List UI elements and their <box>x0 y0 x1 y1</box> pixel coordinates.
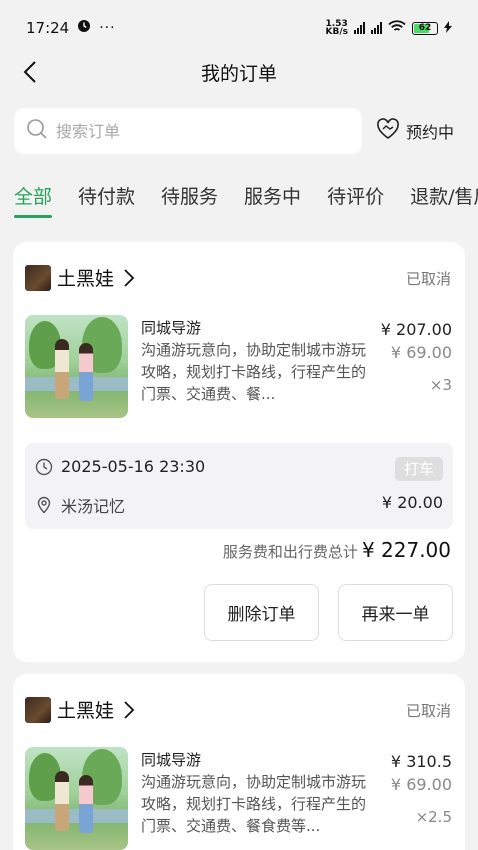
shop-link[interactable]: 土黑娃 <box>25 696 135 723</box>
charging-icon <box>444 20 452 36</box>
reorder-button[interactable]: 再来一单 <box>338 584 453 641</box>
service-thumbnail <box>25 315 128 418</box>
delete-order-button[interactable]: 删除订单 <box>204 584 319 641</box>
order-price: ¥ 310.5 <box>390 752 452 771</box>
status-time: 17:24 <box>26 19 70 37</box>
more-notifications-icon: ··· <box>99 20 116 36</box>
quantity: ×2.5 <box>415 808 452 826</box>
net-speed: 1.53 KB/s <box>325 19 348 37</box>
tab-pending-service[interactable]: 待服务 <box>161 182 218 218</box>
trip-place-row: 米汤记忆 <box>35 493 125 517</box>
chevron-left-icon <box>23 61 36 83</box>
nav-bar: 我的订单 <box>0 56 478 88</box>
trip-info: 2025-05-16 23:30 打车 米汤记忆 ¥ 20.00 <box>25 443 453 529</box>
unit-price: ¥ 69.00 <box>390 775 452 794</box>
search-box[interactable] <box>14 108 362 154</box>
order-card[interactable]: 土黑娃 已取消 同城导游 沟通游玩意向，协助定制城市游玩攻略，规划打卡路线，行程… <box>13 674 465 850</box>
booking-button[interactable]: 预约中 <box>376 118 454 144</box>
battery-icon: 62 <box>412 21 438 35</box>
service-title: 同城导游 <box>141 319 202 337</box>
booking-label: 预约中 <box>406 123 455 142</box>
status-bar: 17:24 ··· 1.53 KB/s 62 <box>0 0 478 56</box>
alarm-icon <box>77 19 91 37</box>
page-title: 我的订单 <box>200 62 277 85</box>
shop-link[interactable]: 土黑娃 <box>25 264 135 291</box>
order-total: 服务费和出行费总计 ¥ 227.00 <box>223 538 451 562</box>
order-tabs: 全部 待付款 待服务 服务中 待评价 退款/售后 <box>0 182 478 218</box>
chevron-right-icon <box>124 268 135 287</box>
signal-2-icon <box>371 22 382 34</box>
tab-pending-payment[interactable]: 待付款 <box>78 182 135 218</box>
quantity: ×3 <box>429 376 452 394</box>
location-pin-icon <box>37 496 51 514</box>
order-card[interactable]: 土黑娃 已取消 同城导游 沟通游玩意向，协助定制城市游玩攻略，规划打卡路线，行程… <box>13 242 465 662</box>
shop-name: 土黑娃 <box>57 700 115 722</box>
trip-time: 2025-05-16 23:30 <box>61 457 206 476</box>
service-description: 沟通游玩意向，协助定制城市游玩攻略，规划打卡路线，行程产生的门票、交通费、餐..… <box>141 341 367 403</box>
order-status: 已取消 <box>405 702 451 720</box>
trip-fee: ¥ 20.00 <box>381 493 443 512</box>
tab-all[interactable]: 全部 <box>14 182 53 218</box>
shop-avatar <box>25 264 51 291</box>
trip-time-row: 2025-05-16 23:30 <box>35 457 205 476</box>
clock-icon <box>35 458 53 475</box>
order-price: ¥ 207.00 <box>380 320 452 339</box>
ride-tag: 打车 <box>395 457 443 481</box>
service-title: 同城导游 <box>141 751 202 769</box>
unit-price: ¥ 69.00 <box>390 343 452 362</box>
signal-icon <box>354 22 365 34</box>
trip-place: 米汤记忆 <box>61 497 126 516</box>
tab-refund[interactable]: 退款/售后 <box>410 182 478 218</box>
service-thumbnail <box>25 747 128 850</box>
search-row: 预约中 <box>0 108 478 154</box>
wifi-icon <box>388 20 406 36</box>
search-icon <box>26 118 48 144</box>
tab-pending-review[interactable]: 待评价 <box>327 182 384 218</box>
order-status: 已取消 <box>405 270 451 288</box>
heart-handshake-icon <box>376 118 400 144</box>
search-input[interactable] <box>56 121 336 141</box>
back-button[interactable] <box>16 58 44 86</box>
tab-in-service[interactable]: 服务中 <box>244 182 301 218</box>
total-amount: ¥ 227.00 <box>361 538 451 562</box>
service-description: 沟通游玩意向，协助定制城市游玩攻略，规划打卡路线，行程产生的门票、交通费、餐食费… <box>141 773 367 835</box>
shop-avatar <box>25 696 51 723</box>
total-label: 服务费和出行费总计 <box>222 543 358 561</box>
shop-name: 土黑娃 <box>57 268 115 290</box>
chevron-right-icon <box>124 700 135 719</box>
